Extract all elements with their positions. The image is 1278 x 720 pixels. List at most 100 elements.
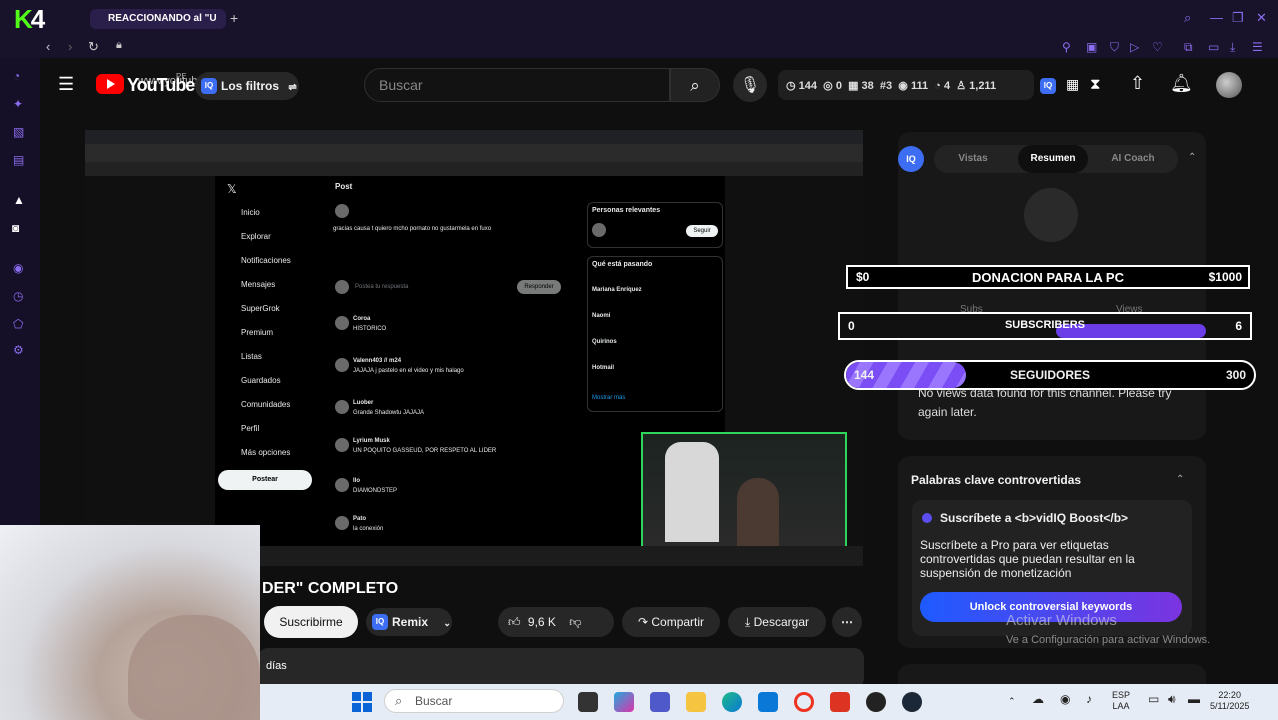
vidiq-icon[interactable]: IQ — [1040, 78, 1056, 94]
upload-icon[interactable]: ⇧ — [1130, 73, 1145, 94]
back-icon[interactable]: ‹ — [46, 39, 50, 54]
streamer — [737, 478, 779, 548]
views-icon: ◉ — [898, 80, 908, 92]
vidiq-stats-bar: ◷ 144 ◎ 0 ▦ 38 #3 ◉ 111 ◔ 4 ♙ 1,211 — [778, 70, 1034, 100]
x-reply-name: Ilo — [353, 478, 360, 484]
history-icon[interactable]: ◷ — [13, 290, 23, 302]
tab-resumen[interactable]: Resumen — [1018, 145, 1088, 173]
messenger-icon[interactable]: ▤ — [13, 154, 24, 166]
extensions-icon[interactable]: ⧉ — [1184, 41, 1193, 53]
subscribe-button[interactable]: Suscribirme — [264, 606, 358, 638]
mic-tray-icon[interactable]: ♪ — [1086, 693, 1092, 705]
tab-vistas[interactable]: Vistas — [942, 145, 1004, 173]
chevron-up-icon[interactable]: ⌃ — [1188, 152, 1196, 163]
x-avatar — [592, 223, 606, 237]
hourglass-icon[interactable]: ⧗ — [1090, 76, 1101, 93]
display-icon[interactable]: ▭ — [1148, 693, 1159, 705]
file-explorer-icon[interactable] — [686, 692, 706, 712]
language-indicator[interactable]: ESP LAA — [1112, 690, 1130, 712]
tray-chevron-icon[interactable]: ⌃ — [1008, 696, 1016, 707]
new-tab-icon[interactable]: + — [230, 10, 238, 26]
download-icon[interactable]: ⤓ — [1230, 41, 1235, 53]
close-icon[interactable]: ✕ — [1256, 10, 1267, 26]
video-player[interactable]: 𝕏 Inicio Explorar Notificaciones Mensaje… — [85, 130, 863, 566]
shield-icon[interactable]: ⛉ — [1110, 41, 1119, 53]
forward-icon[interactable]: › — [68, 39, 72, 54]
edge-icon[interactable] — [722, 692, 742, 712]
like-icon[interactable]: 👍︎ — [508, 615, 521, 629]
grid-icon[interactable]: ▦ — [1066, 76, 1079, 93]
followers-goal-bar: 144 SEGUIDORES 300 — [844, 360, 1256, 390]
video-title: DER" COMPLETO — [262, 580, 399, 597]
heart-icon[interactable]: ♡ — [1152, 41, 1163, 53]
snapshot-icon[interactable]: ▣ — [1086, 41, 1097, 53]
obs-icon[interactable] — [866, 692, 886, 712]
share-button[interactable]: ↷ Compartir — [622, 607, 720, 637]
settings-icon[interactable]: ⚙ — [13, 344, 24, 356]
boost-title: Suscríbete a <b>vidIQ Boost</b> — [940, 511, 1129, 525]
background-person — [665, 442, 719, 542]
remix-label: Remix — [392, 615, 429, 629]
x-avatar — [335, 438, 349, 452]
hamburger-menu-icon[interactable]: ☰ — [58, 74, 74, 95]
store-icon[interactable] — [758, 692, 778, 712]
app-icon[interactable]: ▲ — [13, 194, 25, 206]
cloud-icon[interactable]: ☁ — [1032, 693, 1044, 705]
dislike-icon[interactable]: 👎︎ — [569, 615, 581, 629]
player-icon[interactable]: ◉ — [13, 262, 23, 274]
date: 5/11/2025 — [1210, 701, 1250, 711]
clock[interactable]: 22:20 5/11/2025 — [1210, 690, 1249, 712]
taskbar-search[interactable]: ⌕ Buscar — [384, 689, 564, 713]
youtube-logo-icon[interactable] — [96, 74, 124, 94]
copilot-icon[interactable] — [614, 692, 634, 712]
x-avatar — [335, 516, 349, 530]
x-trend: Quirinos — [592, 339, 617, 345]
download-button[interactable]: ⤓ Descargar — [728, 607, 826, 637]
task-view-icon[interactable] — [578, 692, 598, 712]
filters-button[interactable]: IQ Los filtros ⇌ — [195, 72, 299, 100]
minimize-icon[interactable]: — — [1210, 10, 1223, 25]
x-nav-premium: Premium — [241, 328, 274, 337]
chevron-up-icon[interactable]: ⌃ — [1176, 474, 1184, 485]
steam-icon[interactable] — [902, 692, 922, 712]
battery-icon[interactable]: ▬ — [1188, 693, 1200, 705]
start-icon[interactable] — [352, 692, 372, 712]
more-actions-icon[interactable]: ⋯ — [832, 607, 862, 637]
x-reply-text: HISTORICO — [353, 326, 387, 332]
speed-dial-icon[interactable]: ◔ — [13, 70, 20, 82]
notifications-bell-icon[interactable]: 🔔︎ — [1170, 73, 1193, 94]
search-button[interactable]: ⌕ — [670, 68, 720, 102]
wps-icon[interactable] — [830, 692, 850, 712]
browser-tab-active[interactable]: REACCIONANDO al "U — [90, 9, 226, 29]
ai-icon[interactable]: ✦ — [13, 98, 23, 110]
restore-icon[interactable]: ❐ — [1232, 10, 1244, 26]
x-avatar — [335, 204, 349, 218]
discord-icon[interactable]: ◙ — [12, 222, 19, 234]
like-dislike-group: 👍︎ 9,6 K 👎︎ — [498, 607, 614, 637]
donation-max: $1000 — [1208, 270, 1242, 284]
pin-icon[interactable]: ⚲ — [1062, 41, 1071, 53]
like-count[interactable]: 9,6 K — [528, 615, 556, 629]
voice-search-button[interactable]: 🎙︎ — [733, 68, 767, 102]
pinboard-icon[interactable]: ⬠ — [13, 318, 23, 330]
remix-button[interactable]: IQ Remix ⌄ — [366, 608, 452, 636]
teams-icon[interactable] — [650, 692, 670, 712]
subscribers-max: 6 — [1235, 319, 1242, 333]
play-icon[interactable]: ▷ — [1130, 41, 1139, 53]
menu-icon[interactable]: ☰ — [1252, 41, 1263, 53]
search-input[interactable]: Buscar — [364, 68, 670, 102]
wallet-icon[interactable]: ▭ — [1208, 41, 1219, 53]
lang-layout: LAA — [1112, 701, 1130, 711]
reload-icon[interactable]: ↻ — [88, 39, 99, 55]
search-icon[interactable]: ⌕ — [1184, 10, 1191, 26]
tab-ai-coach[interactable]: AI Coach — [1100, 145, 1166, 173]
webcam-feed — [0, 525, 260, 720]
avatar[interactable] — [1216, 72, 1242, 98]
twitch-icon[interactable]: ▧ — [13, 126, 24, 138]
tray-app-icon[interactable]: ◉ — [1060, 693, 1070, 705]
x-avatar — [335, 478, 349, 492]
opera-icon[interactable] — [794, 692, 814, 712]
x-avatar — [335, 316, 349, 330]
volume-icon[interactable]: 🔊︎ — [1168, 693, 1176, 705]
description-box[interactable]: días — [258, 648, 864, 688]
